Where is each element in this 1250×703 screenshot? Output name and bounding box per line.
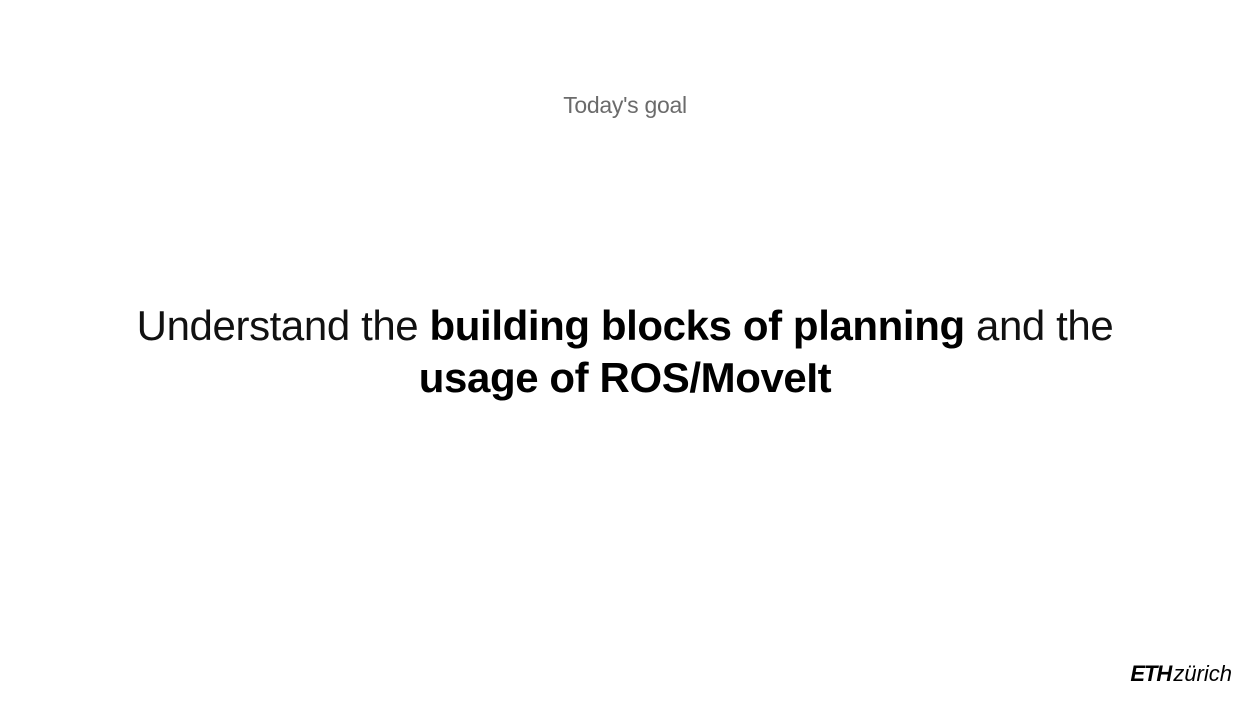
goal-text-part1: Understand the (136, 302, 430, 349)
goal-text-part2: and the (964, 302, 1114, 349)
goal-emphasis-building-blocks: building blocks of planning (429, 302, 966, 349)
logo-zurich: zürich (1173, 661, 1232, 686)
eth-zurich-logo: ETHzürich (1130, 661, 1232, 687)
logo-eth: ETH (1130, 661, 1172, 686)
slide-subtitle: Today's goal (563, 92, 687, 118)
goal-statement: Understand the building blocks of planni… (100, 300, 1150, 404)
goal-emphasis-ros-moveit: usage of ROS/MoveIt (418, 354, 832, 401)
